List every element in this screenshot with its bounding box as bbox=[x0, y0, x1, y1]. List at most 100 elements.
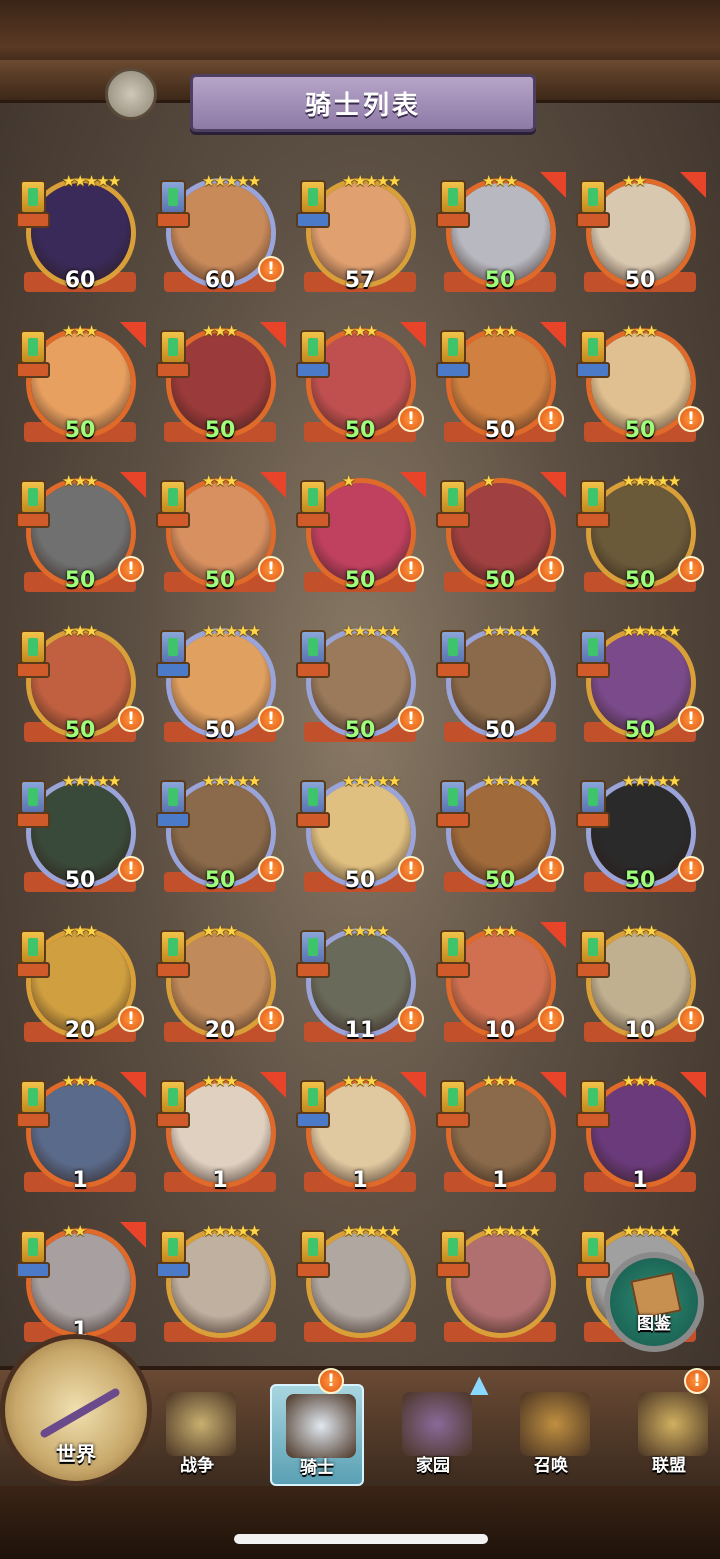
knight-card[interactable]: ★★★★★ 50! bbox=[574, 472, 706, 604]
class-tag-icon bbox=[576, 1262, 610, 1278]
class-tag-icon bbox=[296, 1112, 330, 1128]
knight-card[interactable]: ★★★★★ bbox=[294, 1222, 426, 1354]
class-tag-icon bbox=[296, 662, 330, 678]
map-icon bbox=[166, 1392, 236, 1456]
alert-icon: ! bbox=[258, 706, 284, 732]
knight-card[interactable]: ★★★★★ 50! bbox=[154, 772, 286, 904]
knight-card[interactable]: ★★★ 50! bbox=[14, 622, 146, 754]
class-tag-icon bbox=[576, 812, 610, 828]
knight-card[interactable]: ★★★ 10! bbox=[574, 922, 706, 1054]
knight-card[interactable]: ★★★ 50! bbox=[434, 322, 566, 454]
class-tag-icon bbox=[16, 1262, 50, 1278]
knight-card[interactable]: ★★★ 50 bbox=[14, 322, 146, 454]
alert-icon: ! bbox=[118, 856, 144, 882]
rank-badge-icon bbox=[440, 930, 466, 964]
knight-card[interactable]: ★★★ 50! bbox=[154, 472, 286, 604]
star-rating: ★★★ bbox=[202, 322, 238, 340]
knight-card[interactable]: ★★★ 20! bbox=[154, 922, 286, 1054]
knight-card[interactable]: ★★★ 50 bbox=[434, 172, 566, 304]
nav-item-map[interactable]: 战争 bbox=[152, 1384, 242, 1482]
knight-card[interactable]: ★★★ 20! bbox=[14, 922, 146, 1054]
rank-badge-icon bbox=[580, 630, 606, 664]
knight-card[interactable]: ★★★ 1 bbox=[294, 1072, 426, 1204]
star-rating: ★★★★★ bbox=[202, 172, 261, 190]
flag-icon bbox=[260, 322, 286, 348]
alert-icon: ! bbox=[258, 556, 284, 582]
knight-level: 1 bbox=[212, 1168, 228, 1193]
alert-icon: ! bbox=[118, 706, 144, 732]
knight-card[interactable]: ★★★★★ 50! bbox=[294, 772, 426, 904]
knight-card[interactable]: ★★★★★ 50! bbox=[574, 772, 706, 904]
knight-card[interactable]: ★★ 50 bbox=[574, 172, 706, 304]
knight-card[interactable]: ★★★★★ 57 bbox=[294, 172, 426, 304]
nav-item-train[interactable]: 召唤 bbox=[506, 1384, 596, 1482]
knight-card[interactable]: ★★★ 50! bbox=[14, 472, 146, 604]
flag-icon bbox=[540, 472, 566, 498]
gauge-decoration-icon bbox=[105, 68, 157, 120]
rank-badge-icon bbox=[300, 180, 326, 214]
class-tag-icon bbox=[436, 362, 470, 378]
class-tag-icon bbox=[296, 362, 330, 378]
class-tag-icon bbox=[156, 1262, 190, 1278]
flag-icon bbox=[120, 1222, 146, 1248]
star-rating: ★★★ bbox=[622, 922, 658, 940]
knight-level: 50 bbox=[204, 418, 236, 443]
flag-icon bbox=[540, 1072, 566, 1098]
knight-card[interactable]: ★★★★★ 50! bbox=[154, 622, 286, 754]
rank-badge-icon bbox=[300, 780, 326, 814]
knight-card[interactable]: ★★★ 50! bbox=[574, 322, 706, 454]
star-rating: ★★★★★ bbox=[202, 622, 261, 640]
nav-item-knight[interactable]: 骑士 bbox=[270, 1384, 364, 1486]
knight-card[interactable]: ★★★ 50 bbox=[154, 322, 286, 454]
knight-card[interactable]: ★★★ 1 bbox=[154, 1072, 286, 1204]
class-tag-icon bbox=[16, 212, 50, 228]
knight-card[interactable]: ★★★★★ 60! bbox=[154, 172, 286, 304]
flag-icon bbox=[260, 472, 286, 498]
knight-card[interactable]: ★★★★★ 50! bbox=[14, 772, 146, 904]
star-rating: ★★★★★ bbox=[202, 1222, 261, 1240]
portrait-face bbox=[311, 1233, 411, 1333]
nav-item-castle[interactable]: 联盟 bbox=[624, 1384, 714, 1482]
alert-icon: ! bbox=[398, 1006, 424, 1032]
knight-card[interactable]: ★★★★★ bbox=[154, 1222, 286, 1354]
rank-badge-icon bbox=[20, 330, 46, 364]
knight-card[interactable]: ★ 50! bbox=[434, 472, 566, 604]
world-button[interactable]: 世界 bbox=[0, 1334, 152, 1486]
star-rating: ★★★★★ bbox=[62, 172, 121, 190]
class-tag-icon bbox=[156, 212, 190, 228]
rank-badge-icon bbox=[440, 780, 466, 814]
knight-card[interactable]: ★★★★★ bbox=[434, 1222, 566, 1354]
star-rating: ★★★ bbox=[342, 322, 378, 340]
alert-icon: ! bbox=[678, 406, 704, 432]
knight-card[interactable]: ★★★ 1 bbox=[14, 1072, 146, 1204]
rank-badge-icon bbox=[20, 1080, 46, 1114]
knight-card[interactable]: ★★★ 50! bbox=[294, 322, 426, 454]
knight-card[interactable]: ★★★★ 11! bbox=[294, 922, 426, 1054]
star-rating: ★★ bbox=[622, 172, 647, 190]
knight-card[interactable]: ★★★ 1 bbox=[574, 1072, 706, 1204]
class-tag-icon bbox=[16, 512, 50, 528]
knight-card[interactable]: ★★★ 1 bbox=[434, 1072, 566, 1204]
star-rating: ★★★★★ bbox=[342, 622, 401, 640]
train-icon bbox=[520, 1392, 590, 1456]
nav-item-house[interactable]: 家园 bbox=[388, 1384, 478, 1482]
knight-card[interactable]: ★★★ 10! bbox=[434, 922, 566, 1054]
rank-badge-icon bbox=[160, 180, 186, 214]
knight-card[interactable]: ★★★★★ 50 bbox=[434, 622, 566, 754]
class-tag-icon bbox=[16, 962, 50, 978]
rank-badge-icon bbox=[300, 330, 326, 364]
rank-badge-icon bbox=[300, 930, 326, 964]
knight-card[interactable]: ★★★★★ 60 bbox=[14, 172, 146, 304]
alert-icon: ! bbox=[678, 1006, 704, 1032]
star-rating: ★★★ bbox=[62, 472, 98, 490]
home-indicator[interactable] bbox=[234, 1534, 488, 1544]
rank-badge-icon bbox=[20, 180, 46, 214]
codex-button[interactable]: 图鉴 bbox=[604, 1252, 704, 1352]
class-tag-icon bbox=[576, 512, 610, 528]
knight-card[interactable]: ★ 50! bbox=[294, 472, 426, 604]
knight-card[interactable]: ★★★★★ 50! bbox=[294, 622, 426, 754]
knight-card[interactable]: ★★★★★ 50! bbox=[434, 772, 566, 904]
knight-card[interactable]: ★★★★★ 50! bbox=[574, 622, 706, 754]
alert-icon: ! bbox=[118, 556, 144, 582]
class-tag-icon bbox=[16, 812, 50, 828]
